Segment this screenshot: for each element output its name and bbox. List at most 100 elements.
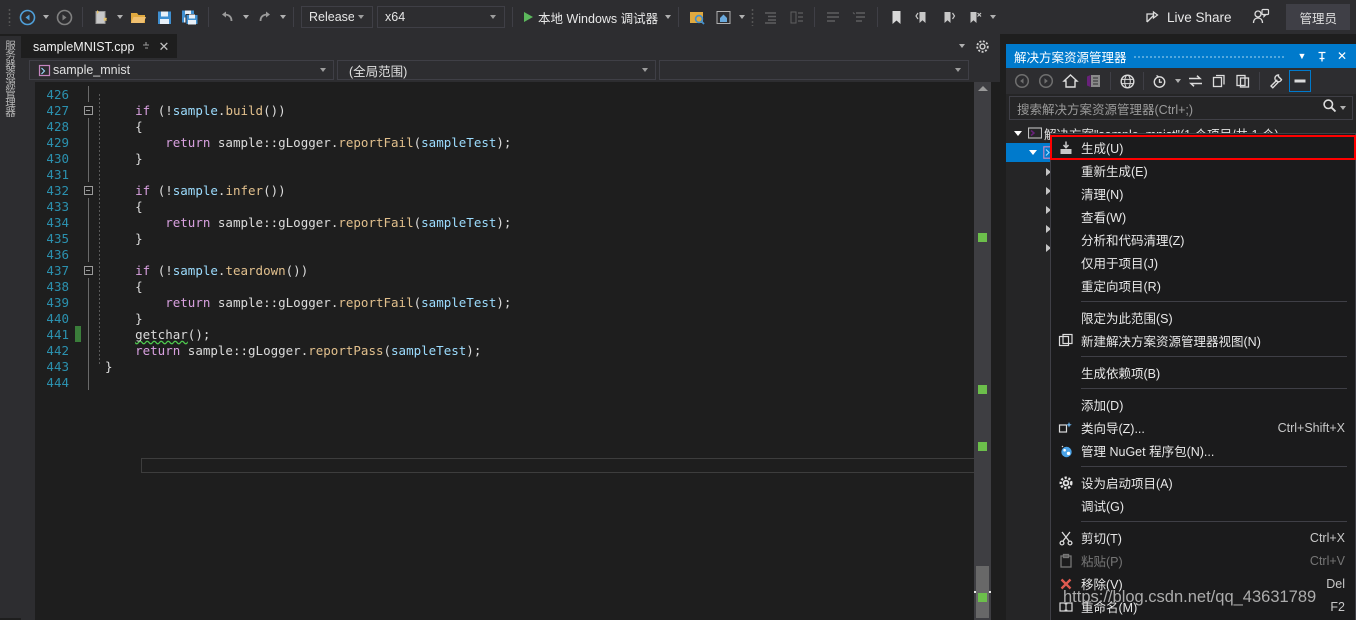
- toolbar-grip[interactable]: [747, 7, 757, 27]
- navigate-forward-button[interactable]: [52, 5, 76, 29]
- code-line[interactable]: 427 − if (!sample.build()): [21, 102, 1000, 126]
- scrollbar-thumb[interactable]: [976, 566, 989, 618]
- menu-item[interactable]: 重定向项目(R): [1051, 274, 1355, 297]
- navigate-backward-button[interactable]: [15, 5, 39, 29]
- code-line[interactable]: 431: [21, 166, 1000, 190]
- save-icon[interactable]: [152, 5, 176, 29]
- outlining-glyph[interactable]: −: [81, 265, 95, 275]
- outlining-glyph[interactable]: [81, 118, 95, 134]
- uncomment-selection-icon[interactable]: [847, 5, 871, 29]
- menu-item[interactable]: 重新生成(E): [1051, 159, 1355, 182]
- gear-icon[interactable]: [970, 34, 994, 58]
- pin-icon[interactable]: [141, 40, 151, 53]
- outlining-glyph[interactable]: [81, 310, 95, 326]
- pin-icon[interactable]: [1312, 46, 1332, 66]
- next-bookmark-icon[interactable]: [936, 5, 960, 29]
- outlining-glyph[interactable]: [81, 134, 95, 150]
- code-line[interactable]: 436: [21, 246, 1000, 270]
- navbar-member-combo[interactable]: [659, 60, 969, 80]
- outlining-glyph[interactable]: [81, 230, 95, 246]
- code-line[interactable]: 435 }: [21, 230, 1000, 254]
- bookmark-overflow-icon[interactable]: [987, 5, 998, 29]
- pending-changes-dropdown-icon[interactable]: [1172, 69, 1183, 93]
- document-tab-sampleMNIST[interactable]: sampleMNIST.cpp ✕: [21, 34, 178, 58]
- outlining-glyph[interactable]: [81, 214, 95, 230]
- close-icon[interactable]: ✕: [158, 40, 169, 53]
- outlining-glyph[interactable]: [81, 278, 95, 294]
- server-explorer-vertical-tab[interactable]: 服务器资源管理器: [0, 36, 21, 618]
- menu-item[interactable]: 管理 NuGet 程序包(N)...: [1051, 439, 1355, 462]
- vs-sync-icon[interactable]: [1083, 70, 1105, 92]
- code-line[interactable]: 432 − if (!sample.infer()): [21, 182, 1000, 206]
- properties-icon[interactable]: [1265, 70, 1287, 92]
- code-line[interactable]: 444: [21, 374, 1000, 390]
- increase-indent-icon[interactable]: [758, 5, 782, 29]
- decrease-indent-icon[interactable]: [784, 5, 808, 29]
- collapse-all-icon[interactable]: [1208, 70, 1230, 92]
- code-line[interactable]: 442 return sample::gLogger.reportPass(sa…: [21, 342, 1000, 366]
- panel-dropdown-icon[interactable]: ▼: [1292, 46, 1312, 66]
- solution-explorer-title-bar[interactable]: 解决方案资源管理器 ▼ ✕: [1006, 44, 1356, 68]
- close-icon[interactable]: ✕: [1332, 46, 1352, 66]
- menu-item[interactable]: 仅用于项目(J): [1051, 251, 1355, 274]
- account-feedback-icon[interactable]: [1248, 5, 1272, 29]
- new-project-dropdown-icon[interactable]: [114, 5, 125, 29]
- menu-item[interactable]: 设为启动项目(A): [1051, 471, 1355, 494]
- code-line[interactable]: 428 {: [21, 118, 1000, 142]
- collapse-minus-icon[interactable]: −: [83, 265, 93, 275]
- menu-item[interactable]: 剪切(T) Ctrl+X: [1051, 526, 1355, 549]
- forward-icon[interactable]: [1035, 70, 1057, 92]
- code-line[interactable]: 439 return sample::gLogger.reportFail(sa…: [21, 294, 1000, 318]
- outlining-glyph[interactable]: [81, 294, 95, 310]
- save-all-icon[interactable]: [178, 5, 202, 29]
- navbar-project-combo[interactable]: sample_mnist: [29, 60, 334, 80]
- attach-to-process-icon[interactable]: [685, 5, 709, 29]
- code-line[interactable]: 443}: [21, 358, 1000, 374]
- outlining-glyph[interactable]: [81, 86, 95, 102]
- outlining-glyph[interactable]: −: [81, 105, 95, 115]
- window-dropdown-icon[interactable]: [736, 5, 747, 29]
- solution-platform-combo[interactable]: x64: [377, 6, 505, 28]
- previous-bookmark-icon[interactable]: [910, 5, 934, 29]
- navigate-backward-dropdown-icon[interactable]: [40, 5, 51, 29]
- open-file-icon[interactable]: [126, 5, 150, 29]
- code-line[interactable]: 441 getchar();: [21, 326, 1000, 350]
- code-editor[interactable]: 426 427− if (!sample.build()) 428 {429 ret…: [21, 82, 1000, 620]
- new-project-icon[interactable]: [89, 5, 113, 29]
- menu-item[interactable]: 移除(V) Del: [1051, 572, 1355, 595]
- scroll-up-arrow-icon[interactable]: [977, 86, 988, 91]
- menu-item[interactable]: 生成(U): [1050, 135, 1356, 160]
- code-line[interactable]: 440 }: [21, 310, 1000, 334]
- navbar-scope-combo[interactable]: (全局范围): [337, 60, 656, 80]
- sync-with-active-document-icon[interactable]: [1184, 70, 1206, 92]
- preview-selected-items-icon[interactable]: [1289, 70, 1311, 92]
- outlining-glyph[interactable]: [81, 166, 95, 182]
- editor-vertical-scrollbar[interactable]: [974, 82, 991, 620]
- menu-item[interactable]: 新建解决方案资源管理器视图(N): [1051, 329, 1355, 352]
- redo-icon[interactable]: [252, 5, 276, 29]
- code-line[interactable]: 430 }: [21, 150, 1000, 174]
- admin-badge[interactable]: 管理员: [1286, 4, 1350, 30]
- code-line[interactable]: 426: [21, 86, 1000, 110]
- active-files-dropdown-icon[interactable]: [956, 34, 967, 58]
- show-all-files-icon[interactable]: [1232, 70, 1254, 92]
- home-icon[interactable]: [1059, 70, 1081, 92]
- live-share-button[interactable]: Live Share: [1144, 9, 1231, 26]
- menu-item[interactable]: 限定为此范围(S): [1051, 306, 1355, 329]
- project-context-menu[interactable]: 生成(U) 重新生成(E) 清理(N) 查看(W) 分析和代码清理(Z) 仅用于项目(J)…: [1050, 133, 1356, 620]
- toggle-bookmark-icon[interactable]: [884, 5, 908, 29]
- menu-item[interactable]: 清理(N): [1051, 182, 1355, 205]
- outlining-glyph[interactable]: [81, 358, 95, 374]
- select-start-window-icon[interactable]: [711, 5, 735, 29]
- start-debugging-dropdown-icon[interactable]: [662, 5, 673, 29]
- chevron-expanded-icon[interactable]: [1010, 131, 1026, 136]
- solution-explorer-search[interactable]: 搜索解决方案资源管理器(Ctrl+;): [1009, 96, 1353, 120]
- redo-dropdown-icon[interactable]: [277, 5, 288, 29]
- toolbar-grip[interactable]: [4, 7, 14, 27]
- code-line[interactable]: 429 return sample::gLogger.reportFail(sa…: [21, 134, 1000, 158]
- clear-bookmarks-icon[interactable]: [962, 5, 986, 29]
- outlining-glyph[interactable]: [81, 246, 95, 262]
- menu-item[interactable]: 查看(W): [1051, 205, 1355, 228]
- menu-item[interactable]: 添加(D): [1051, 393, 1355, 416]
- undo-dropdown-icon[interactable]: [240, 5, 251, 29]
